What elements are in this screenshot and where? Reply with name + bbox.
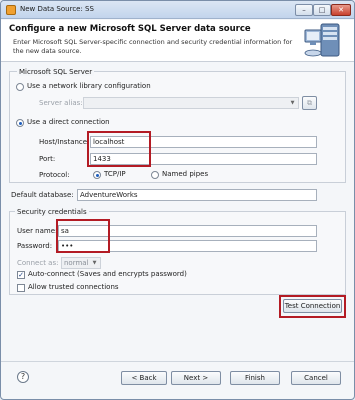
- finish-button[interactable]: Finish: [230, 371, 280, 385]
- protocol-pipes-label[interactable]: Named pipes: [162, 170, 208, 178]
- dropdown-arrow-icon: ▼: [92, 260, 97, 266]
- default-database-label: Default database:: [11, 191, 74, 199]
- protocol-label: Protocol:: [39, 171, 70, 179]
- help-icon[interactable]: ?: [17, 371, 29, 383]
- title-bar[interactable]: New Data Source: SS – □ ✕: [1, 1, 354, 19]
- header-title: Configure a new Microsoft SQL Server dat…: [9, 24, 251, 34]
- network-library-label[interactable]: Use a network library configuration: [27, 82, 151, 90]
- database-server-icon: [304, 23, 340, 57]
- security-group-label: Security credentials: [15, 208, 89, 216]
- app-icon: [6, 5, 16, 15]
- protocol-tcp-label[interactable]: TCP/IP: [104, 170, 126, 178]
- connect-as-select: normal ▼: [61, 257, 101, 269]
- dialog-header: Configure a new Microsoft SQL Server dat…: [1, 20, 354, 62]
- protocol-pipes-radio[interactable]: [151, 171, 159, 179]
- password-label: Password:: [17, 242, 53, 250]
- test-connection-button[interactable]: Test Connection: [283, 299, 342, 313]
- direct-connection-label[interactable]: Use a direct connection: [27, 118, 110, 126]
- window-title: New Data Source: SS: [20, 5, 94, 13]
- server-alias-browse-button: ⧉: [302, 96, 317, 110]
- new-data-source-dialog: New Data Source: SS – □ ✕ Configure a ne…: [0, 0, 355, 400]
- maximize-button[interactable]: □: [313, 4, 331, 16]
- server-alias-select: ▼: [83, 97, 299, 109]
- host-port-highlight: [87, 131, 151, 167]
- trusted-connections-checkbox[interactable]: [17, 284, 25, 292]
- host-label: Host/Instance:: [39, 138, 90, 146]
- sql-server-group-label: Microsoft SQL Server: [17, 68, 95, 76]
- default-database-input[interactable]: AdventureWorks: [77, 189, 317, 201]
- auto-connect-label[interactable]: Auto-connect (Saves and encrypts passwor…: [28, 270, 187, 278]
- close-button[interactable]: ✕: [331, 4, 351, 16]
- direct-connection-radio[interactable]: [16, 119, 24, 127]
- protocol-tcp-radio[interactable]: [93, 171, 101, 179]
- network-library-radio[interactable]: [16, 83, 24, 91]
- connect-as-label: Connect as:: [17, 259, 59, 267]
- footer-separator: [1, 361, 354, 362]
- username-label: User name:: [17, 227, 58, 235]
- port-label: Port:: [39, 155, 56, 163]
- header-description: Enter Microsoft SQL Server-specific conn…: [13, 38, 293, 55]
- auto-connect-checkbox[interactable]: ✓: [17, 271, 25, 279]
- trusted-connections-label[interactable]: Allow trusted connections: [28, 283, 119, 291]
- minimize-button[interactable]: –: [295, 4, 313, 16]
- connect-as-value: normal: [64, 259, 89, 267]
- cancel-button[interactable]: Cancel: [291, 371, 341, 385]
- back-button[interactable]: < Back: [121, 371, 167, 385]
- credentials-highlight: [56, 219, 110, 253]
- dropdown-arrow-icon: ▼: [290, 100, 295, 106]
- server-alias-label: Server alias:: [39, 99, 83, 107]
- next-button[interactable]: Next >: [171, 371, 221, 385]
